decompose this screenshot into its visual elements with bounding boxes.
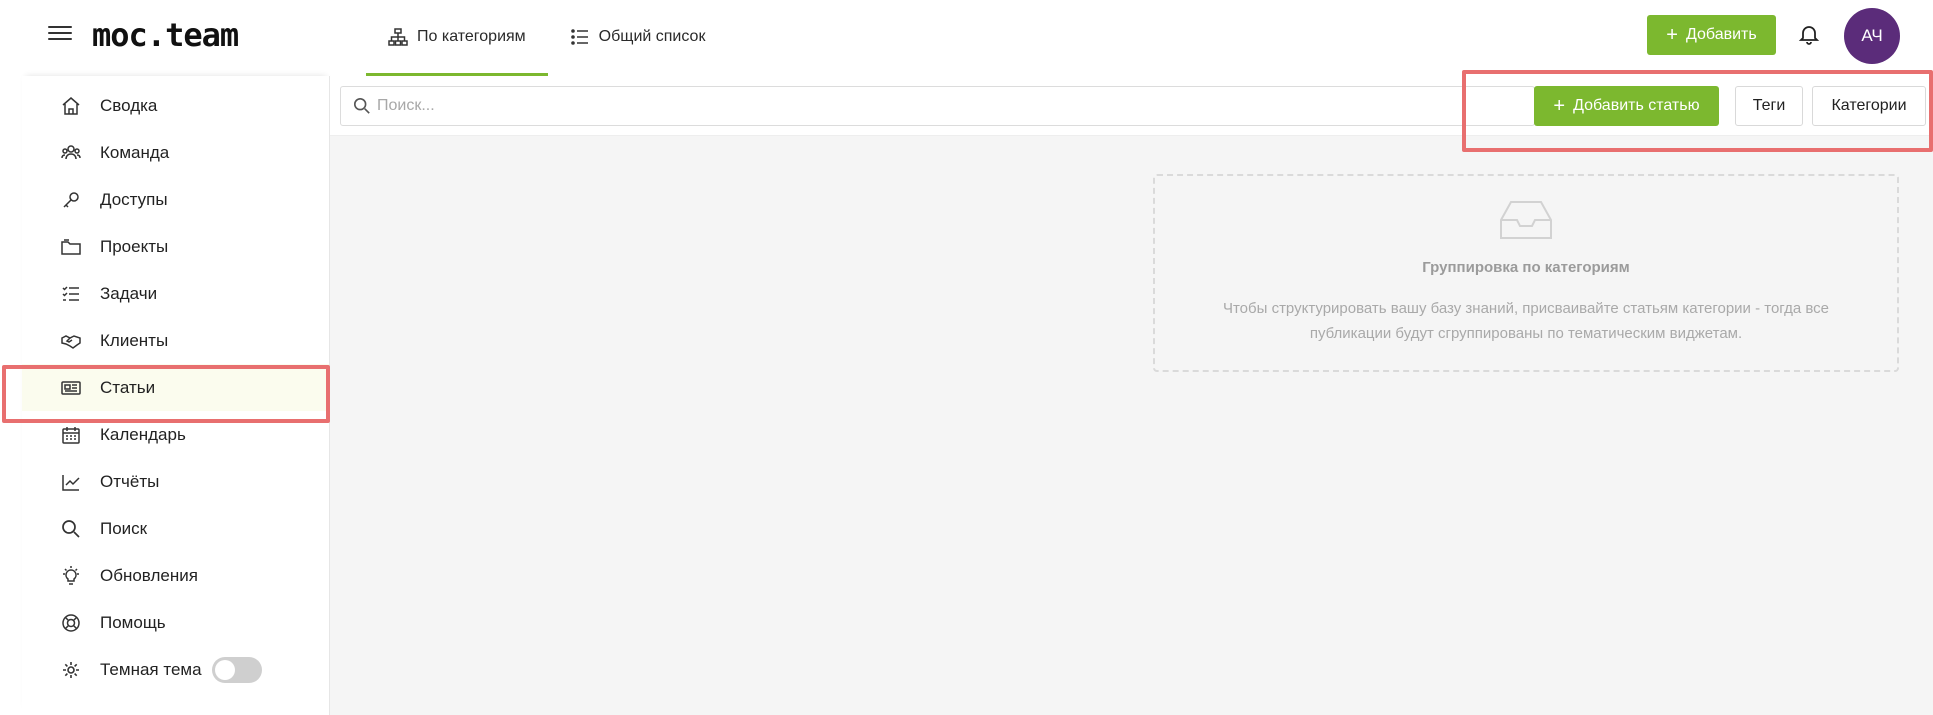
inbox-icon [1500,201,1552,239]
search-icon [353,97,370,114]
add-button[interactable]: + Добавить [1647,15,1776,55]
tags-button[interactable]: Теги [1735,86,1803,126]
avatar[interactable]: АЧ [1844,8,1900,64]
newspaper-icon [60,377,82,399]
header: moc.team По категориям Общий список + До… [0,0,1933,76]
sidebar-item-clients[interactable]: Клиенты [22,317,329,364]
lightbulb-icon [60,565,82,587]
categories-button[interactable]: Категории [1812,86,1926,126]
main-content: + Добавить статью Теги Категории Группир… [330,76,1933,715]
dark-theme-label: Темная тема [100,659,202,679]
lifebuoy-icon [60,612,82,634]
list-icon [570,28,588,45]
sidebar-item-reports[interactable]: Отчёты [22,458,329,505]
sidebar: Сводка Команда Доступы Проекты Задачи Кл… [22,76,330,715]
menu-icon[interactable] [48,22,72,46]
tab-by-categories[interactable]: По категориям [366,0,548,76]
sidebar-item-search[interactable]: Поиск [22,505,329,552]
tasks-icon [60,283,82,305]
folder-icon [60,236,82,258]
tab-label: Общий список [598,27,706,45]
sidebar-item-label: Поиск [100,518,148,538]
sidebar-item-label: Отчёты [100,471,160,491]
handshake-icon [60,330,82,352]
sidebar-item-label: Календарь [100,424,186,444]
sidebar-item-label: Проекты [100,236,169,256]
chart-icon [60,471,82,493]
sidebar-item-summary[interactable]: Сводка [22,82,329,129]
home-icon [60,95,82,117]
bell-icon[interactable] [1797,22,1821,46]
sidebar-nav: Сводка Команда Доступы Проекты Задачи Кл… [22,76,329,693]
plus-icon: + [1666,24,1678,46]
toolbar: + Добавить статью Теги Категории [330,76,1933,136]
empty-state-text: Чтобы структурировать вашу базу знаний, … [1222,300,1830,342]
search-icon [60,518,82,540]
sidebar-item-label: Клиенты [100,330,169,350]
sidebar-item-label: Доступы [100,189,168,209]
add-article-label: Добавить статью [1573,97,1700,114]
plus-icon: + [1553,95,1566,117]
sidebar-item-dark-theme: Темная тема [22,646,329,693]
add-article-button[interactable]: + Добавить статью [1534,86,1719,126]
app-root: moc.team По категориям Общий список + До… [0,0,1933,715]
empty-state: Группировка по категориям Чтобы структур… [1153,174,1899,372]
team-icon [60,142,82,164]
sidebar-item-calendar[interactable]: Календарь [22,411,329,458]
sidebar-item-label: Обновления [100,565,198,585]
sidebar-item-access[interactable]: Доступы [22,176,329,223]
tab-label: По категориям [417,27,526,45]
sidebar-item-label: Сводка [100,95,158,115]
sidebar-item-tasks[interactable]: Задачи [22,270,329,317]
sidebar-item-label: Команда [100,142,170,162]
logo[interactable]: moc.team [92,16,239,54]
sidebar-item-label: Помощь [100,612,166,632]
sidebar-item-updates[interactable]: Обновления [22,552,329,599]
sidebar-item-label: Статьи [100,377,156,397]
sidebar-item-articles[interactable]: Статьи [22,364,329,411]
sidebar-item-help[interactable]: Помощь [22,599,329,646]
sitemap-icon [388,27,408,46]
sidebar-item-team[interactable]: Команда [22,129,329,176]
search-box [340,86,1535,126]
add-button-label: Добавить [1685,26,1757,43]
dark-theme-toggle[interactable] [212,656,262,683]
sidebar-item-projects[interactable]: Проекты [22,223,329,270]
search-input[interactable] [377,97,1517,115]
key-icon [60,189,82,211]
sidebar-item-label: Задачи [100,283,158,303]
gear-icon [60,659,82,681]
calendar-icon [60,424,82,446]
tab-all-list[interactable]: Общий список [548,0,728,76]
view-tabs: По категориям Общий список [366,0,727,76]
empty-state-title: Группировка по категориям [1422,259,1630,276]
